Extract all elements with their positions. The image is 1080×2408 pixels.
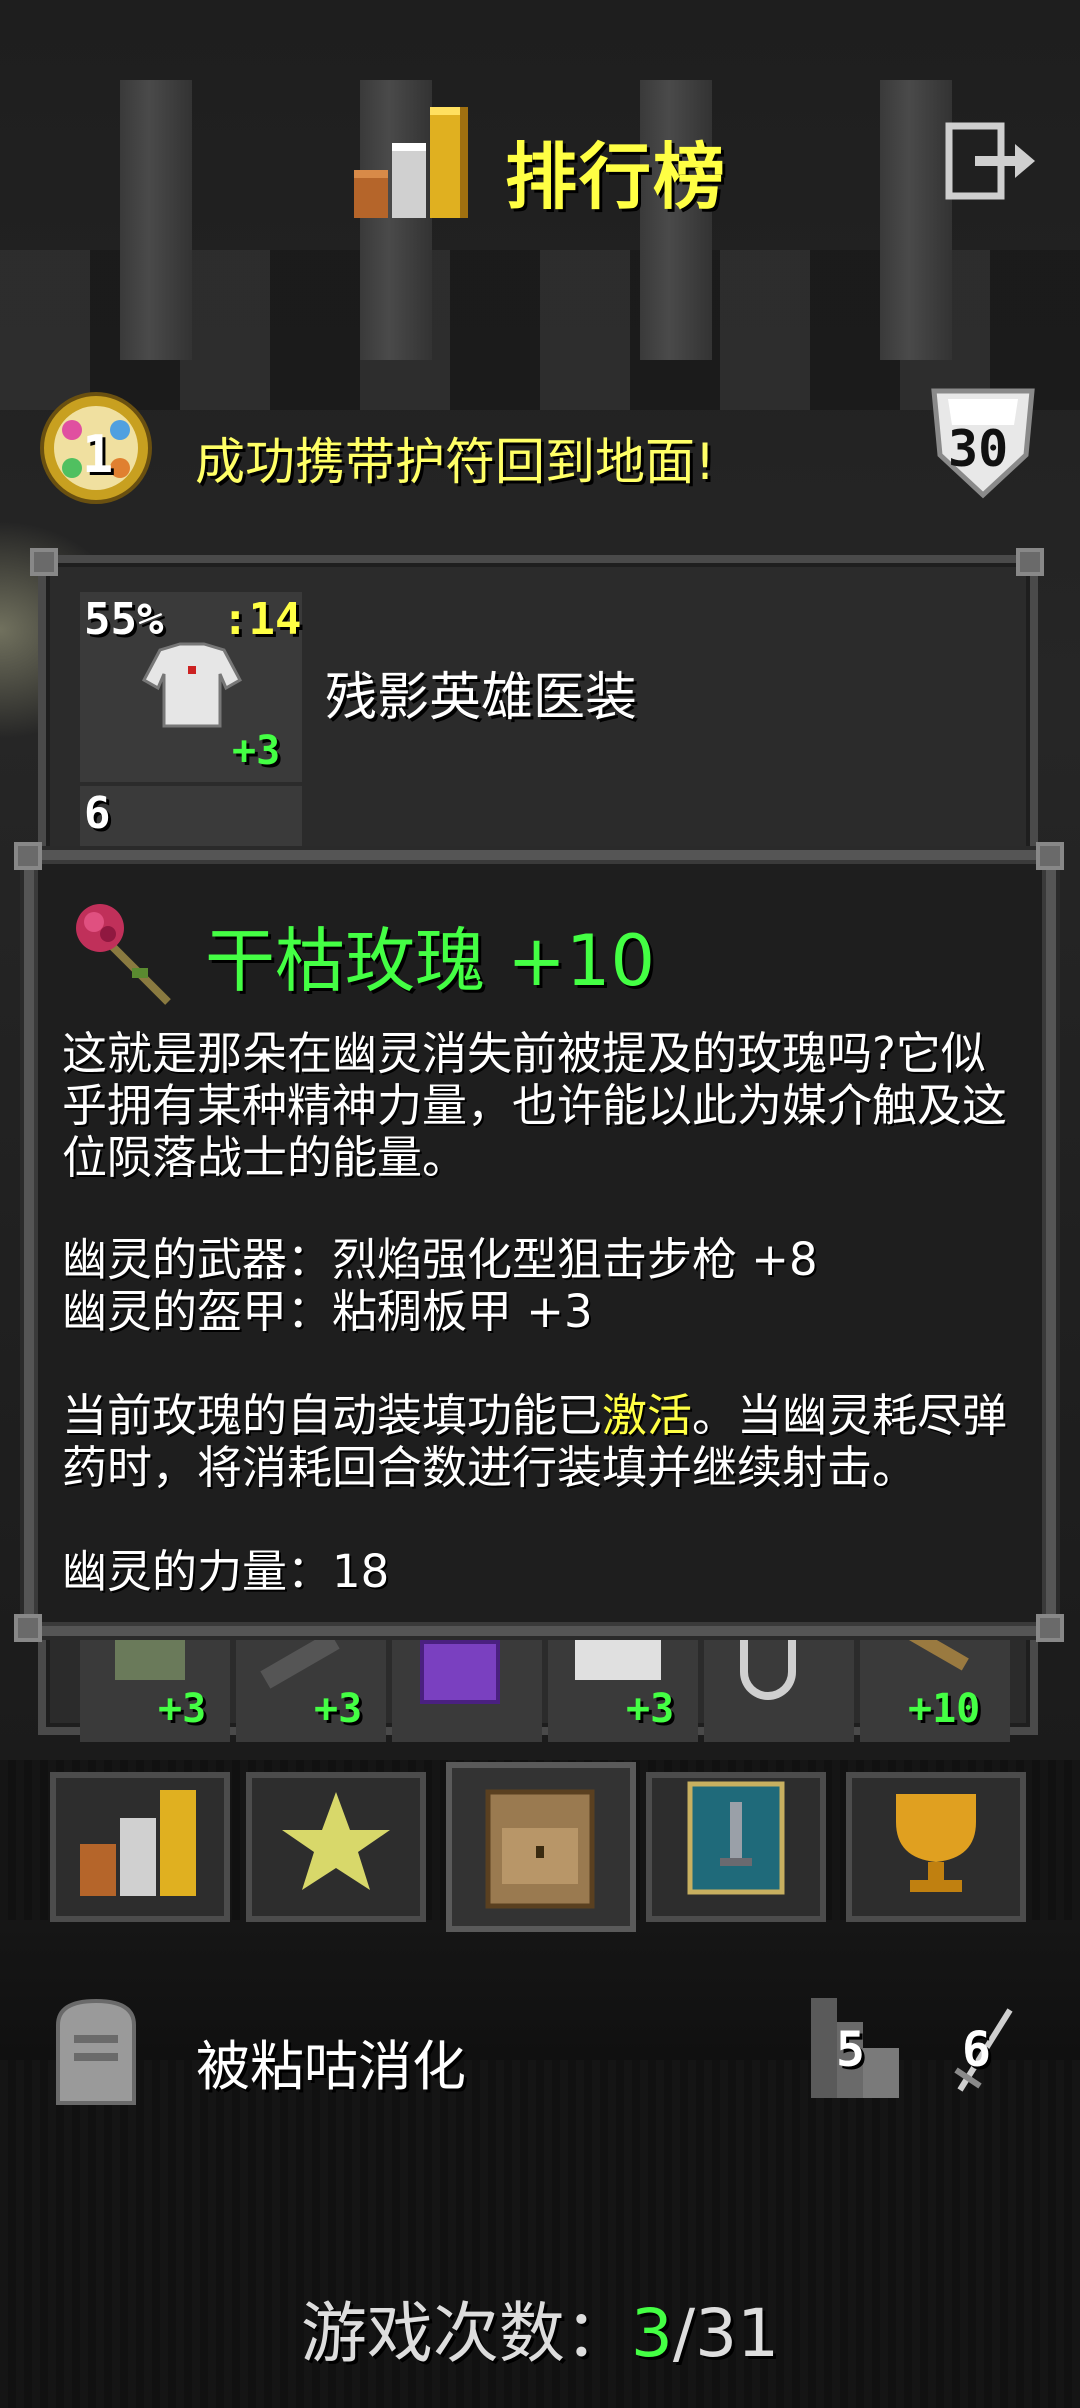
item-level: +10 <box>507 920 655 1002</box>
death-depth: 5 <box>836 2022 865 2078</box>
armor-percent: 55% <box>84 594 164 645</box>
backpack-tab-icon <box>485 1789 595 1909</box>
panel-corner <box>1016 548 1044 576</box>
depth-number: 30 <box>948 420 1009 478</box>
tooltip-corner <box>1036 842 1064 870</box>
dried-rose-icon <box>68 898 178 1008</box>
panel-corner <box>30 548 58 576</box>
ghost-strength-line: 幽灵的力量：18 <box>62 1545 390 1598</box>
games-label: 游戏次数： <box>300 2295 631 2372</box>
boots-icon <box>115 1640 185 1680</box>
page-title: 排行榜 <box>505 135 728 219</box>
tab-trophies[interactable] <box>846 1772 1026 1922</box>
equip-bonus: +3 <box>314 1686 363 1732</box>
second-slot-number: 6 <box>84 788 111 839</box>
second-slot[interactable] <box>80 786 302 846</box>
reload-text-before: 当前玫瑰的自动装填功能已 <box>62 1389 603 1442</box>
trophy-tab-icon <box>896 1794 976 1892</box>
floor-band <box>0 1920 1080 2060</box>
armor-upgrade: +3 <box>232 728 281 774</box>
games-played: 游戏次数：3/31 <box>0 2280 1080 2376</box>
tooltip-corner <box>1036 1614 1064 1642</box>
tab-backpack[interactable] <box>446 1762 636 1932</box>
tooltip-corner <box>14 1614 42 1642</box>
item-tab-icon <box>687 1781 785 1895</box>
item-title: 干枯玫瑰 +10 <box>205 905 655 1006</box>
medal-number: 1 <box>82 425 114 485</box>
exit-button[interactable] <box>945 122 1037 200</box>
leaderboard-icon <box>352 105 480 220</box>
castle-pillar <box>880 80 952 360</box>
games-current: 3 <box>630 2295 673 2372</box>
reload-status: 激活 <box>602 1389 693 1442</box>
tab-item-info[interactable] <box>646 1772 826 1922</box>
armor-level: :14 <box>222 594 302 645</box>
tab-badges[interactable] <box>246 1772 426 1922</box>
armor-icon <box>575 1640 661 1680</box>
tooltip-corner <box>14 842 42 870</box>
badges-tab-icon <box>282 1792 390 1890</box>
equip-bonus: +3 <box>158 1686 207 1732</box>
spellbook-icon <box>420 1640 500 1704</box>
castle-pillar <box>120 80 192 360</box>
armor-icon <box>140 640 244 730</box>
exit-icon <box>945 122 1035 200</box>
death-cause: 被粘咕消化 <box>196 2035 466 2098</box>
games-separator: / <box>672 2295 696 2372</box>
ghost-weapon-line: 幽灵的武器：烈焰强化型狙击步枪 +8 <box>62 1233 818 1286</box>
tab-stats[interactable] <box>50 1772 230 1922</box>
badge-text: 成功携带护符回到地面! <box>195 433 716 491</box>
ghost-armor-line: 幽灵的盔甲：粘稠板甲 +3 <box>62 1285 593 1338</box>
item-name: 干枯玫瑰 <box>205 920 485 1002</box>
games-total: 31 <box>695 2295 780 2372</box>
reload-description: 当前玫瑰的自动装填功能已激活。当幽灵耗尽弹药时，将消耗回合数进行装填并继续射击。 <box>62 1390 1022 1494</box>
equip-bonus: +3 <box>626 1686 675 1732</box>
item-description: 这就是那朵在幽灵消失前被提及的玫瑰吗?它似乎拥有某种精神力量，也许能以此为媒介触… <box>62 1027 1008 1184</box>
death-level: 6 <box>962 2022 991 2078</box>
stats-tab-icon <box>80 1790 196 1896</box>
ring-icon <box>740 1640 796 1700</box>
tombstone-icon <box>48 1995 144 2105</box>
armor-name: 残影英雄医装 <box>325 668 638 728</box>
equip-bonus: +10 <box>908 1686 981 1732</box>
